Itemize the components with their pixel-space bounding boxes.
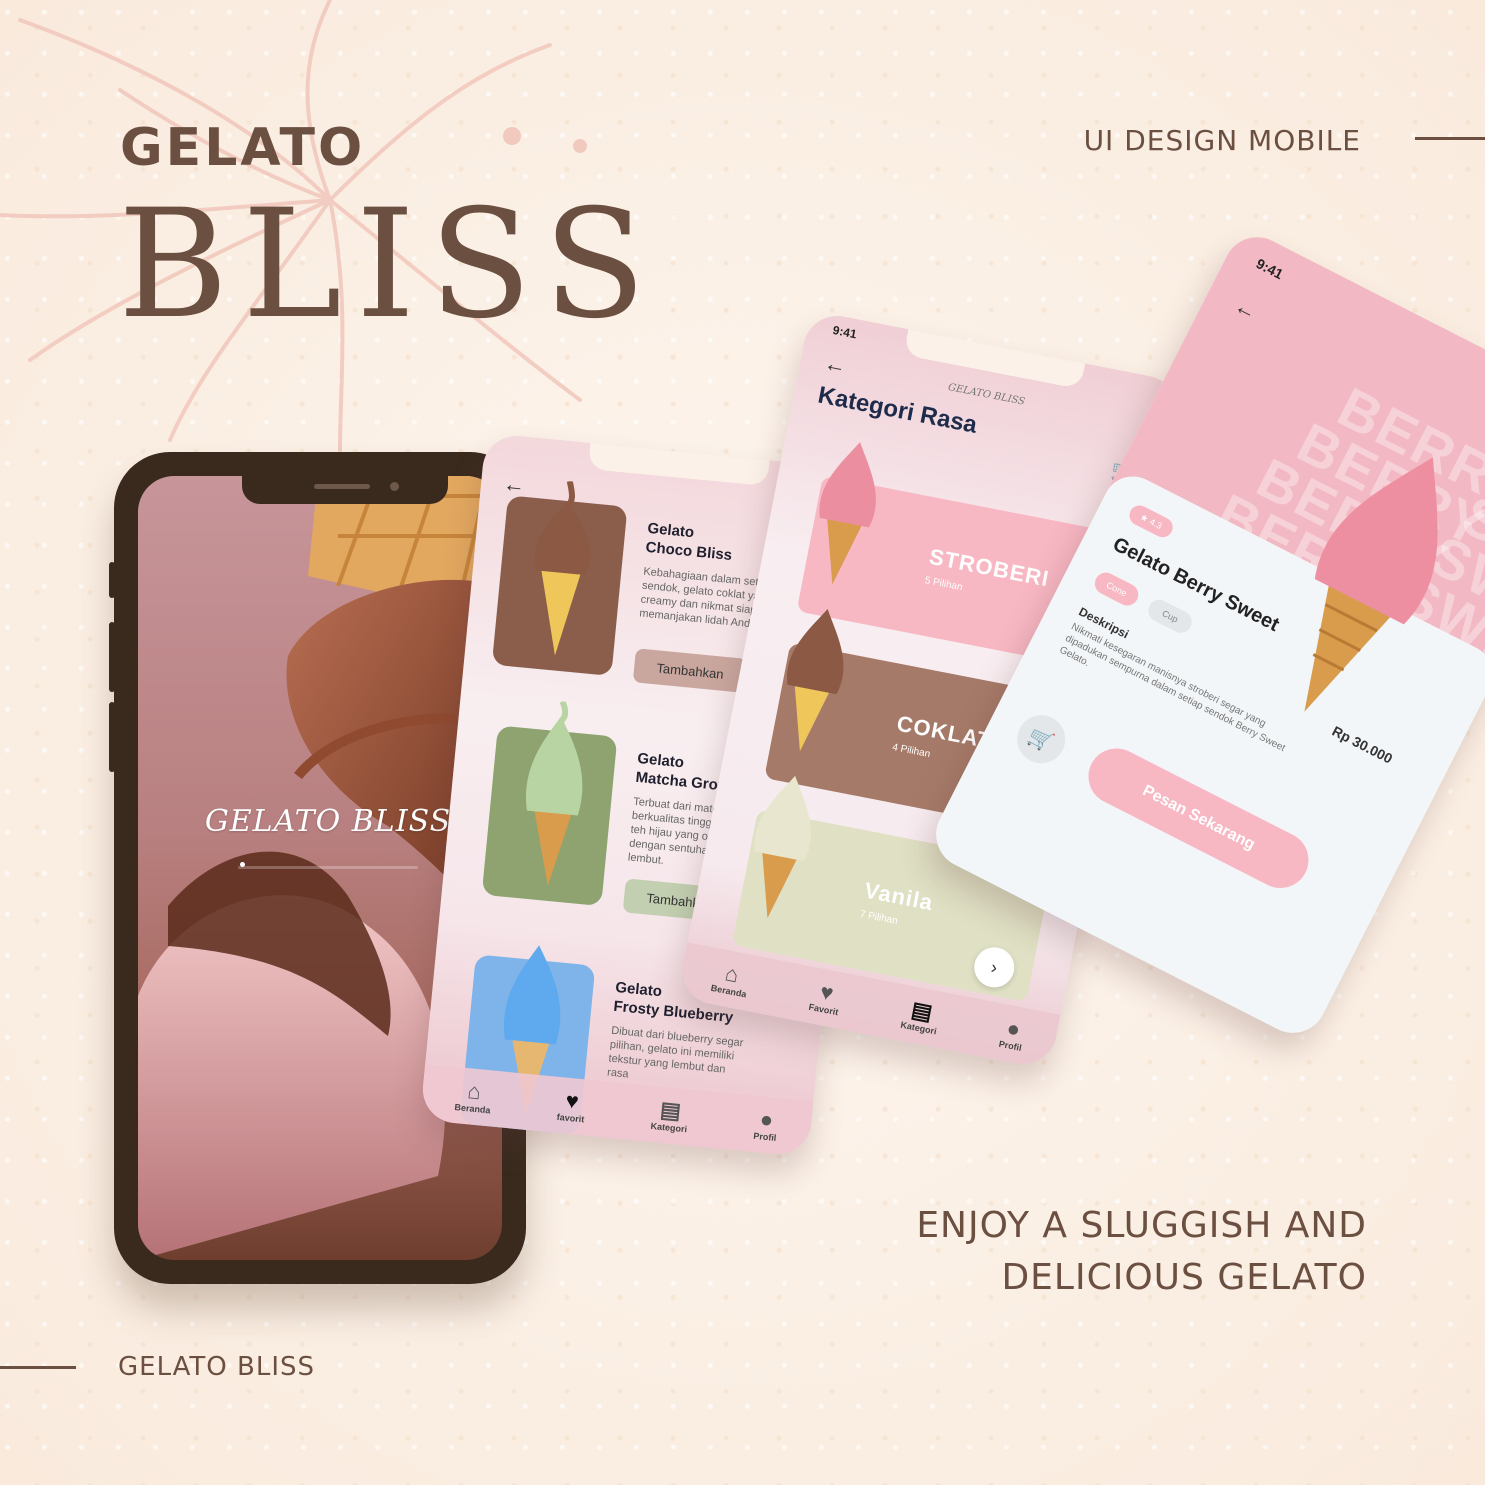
product-description: Dibuat dari blueberry segar pilihan, gel… xyxy=(606,1024,744,1081)
tab-beranda[interactable]: ⌂ Beranda xyxy=(454,1078,493,1115)
phone-button xyxy=(109,622,115,692)
brand-title-small: GELATO xyxy=(120,118,366,178)
product-card-image[interactable] xyxy=(491,480,628,677)
phone-notch xyxy=(903,327,1086,390)
chocolate-gelato-image xyxy=(534,480,591,656)
category-count: 5 Pilihan xyxy=(923,575,964,594)
matcha-gelato-image xyxy=(526,700,583,886)
add-to-cart-button[interactable]: Tambahkan xyxy=(632,648,748,693)
speaker xyxy=(314,484,370,489)
home-icon: ⌂ xyxy=(466,1078,482,1105)
heart-icon: ♥ xyxy=(564,1087,580,1114)
tab-favorit[interactable]: ♥ Favorit xyxy=(808,978,844,1017)
tab-profil[interactable]: ● Profil xyxy=(998,1015,1027,1053)
phone-notch xyxy=(242,476,448,504)
tab-favorit[interactable]: ♥ favorit xyxy=(556,1087,587,1125)
tab-beranda[interactable]: ⌂ Beranda xyxy=(710,959,752,999)
subtitle: UI DESIGN MOBILE xyxy=(1083,124,1361,157)
divider xyxy=(0,1366,76,1369)
product-title: Gelato Choco Bliss xyxy=(644,519,733,565)
category-count: 4 Pilihan xyxy=(891,741,932,761)
loading-bar xyxy=(238,866,418,869)
back-arrow-icon[interactable]: ← xyxy=(822,350,848,380)
tab-profil[interactable]: ● Profil xyxy=(753,1106,779,1143)
user-icon: ● xyxy=(1004,1015,1023,1043)
splash-title: GELATO BLISS xyxy=(204,804,452,839)
camera xyxy=(390,482,399,491)
status-time: 9:41 xyxy=(831,322,858,342)
tab-kategori[interactable]: ▤ Kategori xyxy=(650,1096,690,1135)
app-logo: GELATO BLISS xyxy=(947,381,1026,408)
phone-button xyxy=(109,562,115,598)
heart-icon: ♥ xyxy=(818,978,836,1006)
footer-brand: GELATO BLISS xyxy=(118,1352,316,1382)
tab-kategori[interactable]: ▤ Kategori xyxy=(900,996,942,1037)
category-count: 7 Pilihan xyxy=(858,908,899,927)
clipboard-icon: ▤ xyxy=(658,1096,683,1124)
brand-title-large: BLISS xyxy=(118,178,660,352)
divider xyxy=(1415,137,1485,140)
product-card-image[interactable] xyxy=(481,700,618,907)
phone-button xyxy=(109,702,115,772)
user-icon: ● xyxy=(758,1106,775,1133)
back-arrow-icon[interactable]: ← xyxy=(502,471,526,499)
slogan: ENJOY A SLUGGISH AND DELICIOUS GELATO xyxy=(916,1205,1367,1298)
home-icon: ⌂ xyxy=(723,960,741,988)
loading-indicator xyxy=(240,862,245,867)
